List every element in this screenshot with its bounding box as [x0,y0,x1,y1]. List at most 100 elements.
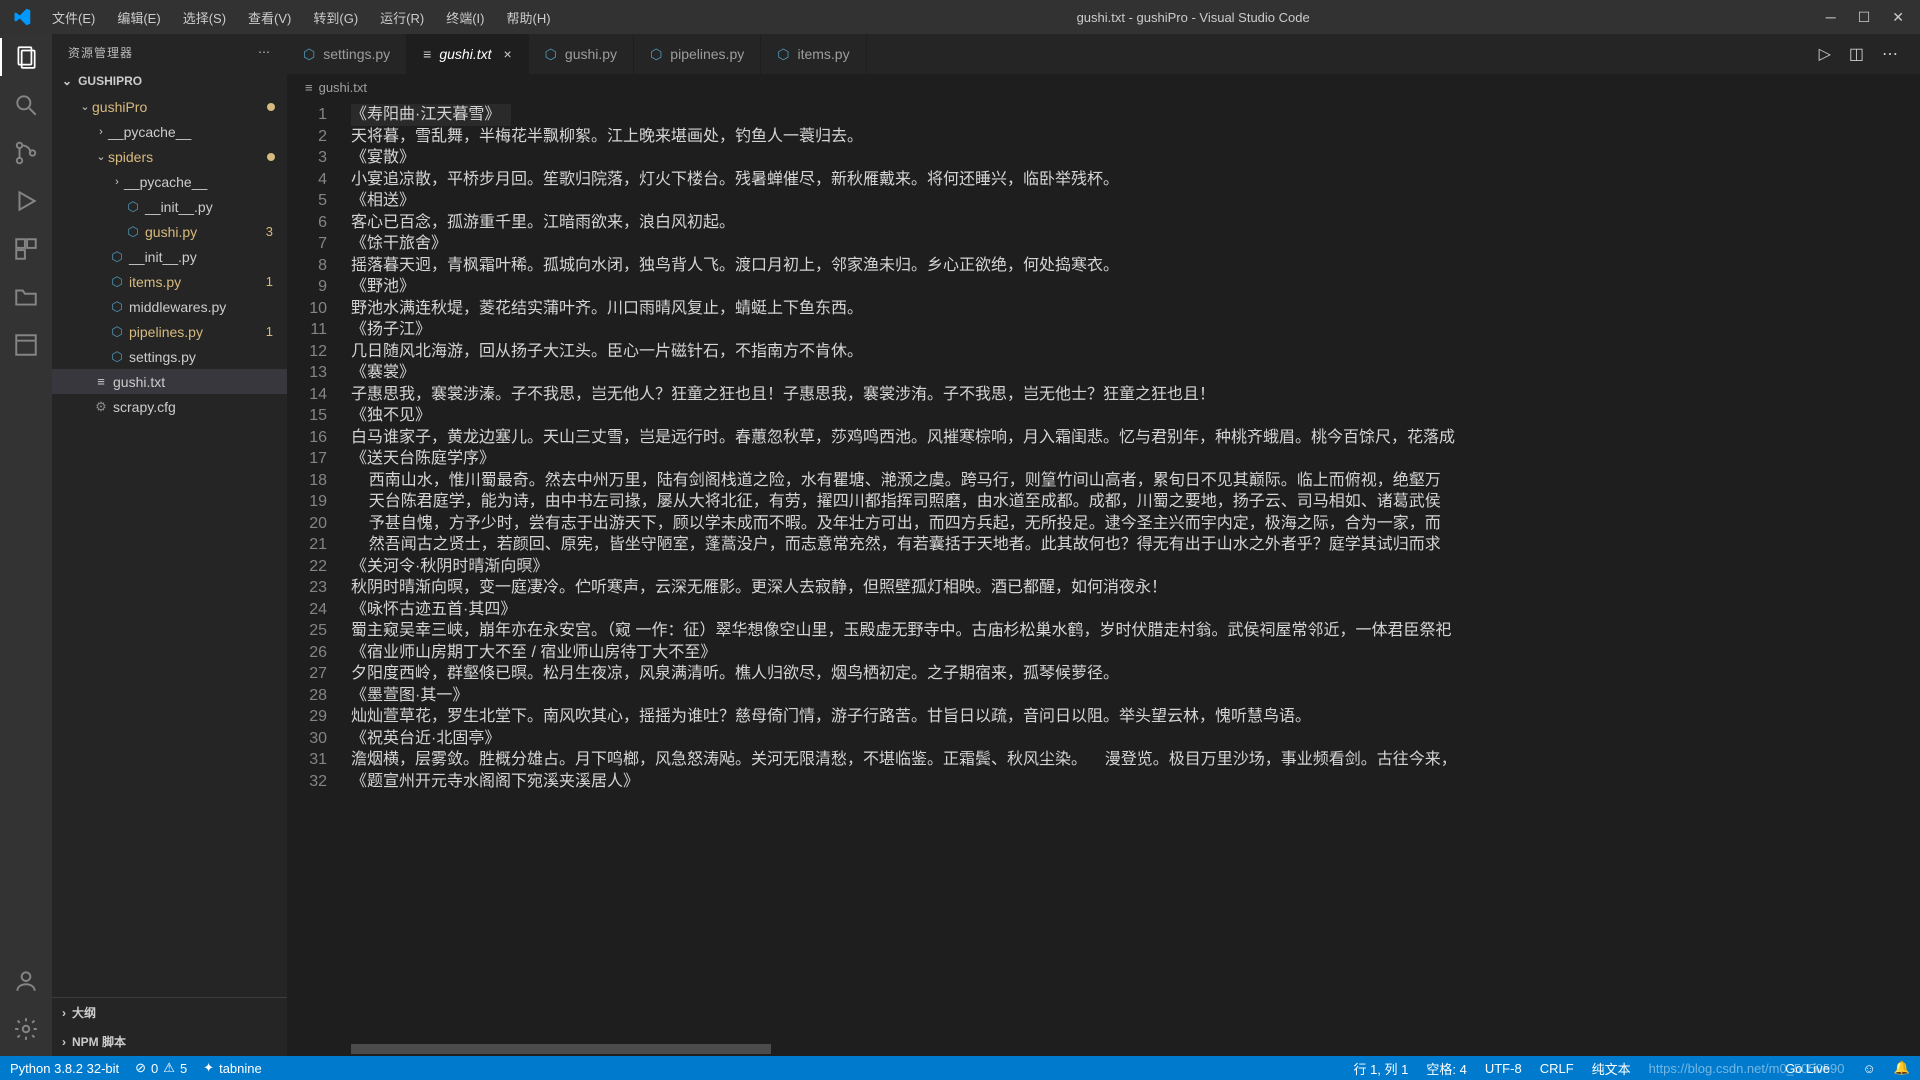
file-type-icon: ⬡ [108,274,126,290]
tab-label: pipelines.py [670,46,744,62]
tree-file[interactable]: ⬡settings.py [52,344,287,369]
editor-tab[interactable]: ≡ gushi.txt × [407,34,529,74]
file-type-icon: ⬡ [777,46,789,63]
file-type-icon: ⬡ [303,46,315,63]
editor-tabs: ⬡settings.py≡gushi.txt×⬡gushi.py⬡pipelin… [287,34,1920,74]
chevron-down-icon: ⌄ [62,74,72,88]
breadcrumb-file: gushi.txt [319,80,367,95]
tree-file[interactable]: ⬡gushi.py3 [52,219,287,244]
account-icon[interactable] [11,966,41,996]
editor-tab[interactable]: ⬡pipelines.py [634,34,761,74]
horizontal-scrollbar[interactable] [351,1044,1920,1056]
tab-label: gushi.txt [439,46,491,62]
extensions-icon[interactable] [11,234,41,264]
tree-label: __init__.py [145,199,213,215]
maximize-icon[interactable]: ☐ [1858,9,1871,26]
tree-file[interactable]: ⚙scrapy.cfg [52,394,287,419]
tree-folder[interactable]: ⌄gushiPro [52,94,287,119]
tree-label: settings.py [129,349,196,365]
warning-icon: ⚠ [163,1060,175,1076]
status-tabnine[interactable]: ✦tabnine [203,1060,262,1076]
activity-bar [0,34,52,1056]
tree-label: middlewares.py [129,299,226,315]
problems-badge: 1 [266,324,273,339]
menu-edit[interactable]: 编辑(E) [107,4,170,31]
scrollbar-thumb[interactable] [351,1044,771,1054]
status-position[interactable]: 行 1, 列 1 [1353,1059,1408,1078]
explorer-sidebar: 资源管理器 ⋯ ⌄GUSHIPRO ⌄gushiPro›__pycache__⌄… [52,34,287,1056]
chevron-icon: ⌄ [94,150,108,163]
line-gutter: 1 2 3 4 5 6 7 8 9 10 11 12 13 14 15 16 1… [287,100,343,1044]
tree-file[interactable]: ⬡pipelines.py 1 [52,319,287,344]
preview-icon[interactable] [11,330,41,360]
menu-help[interactable]: 帮助(H) [496,4,560,31]
tree-file[interactable]: ⬡items.py1 [52,269,287,294]
status-golive[interactable]: Go Live [1780,1061,1830,1076]
file-type-icon: ⬡ [108,324,126,340]
file-type-icon: ⬡ [124,199,142,215]
code-content[interactable]: 《寿阳曲·江天暮雪》 天将暮，雪乱舞，半梅花半飘柳絮。江上晚来堪画处，钓鱼人一蓑… [343,100,1920,1044]
modified-dot-icon [267,103,275,111]
tree-label: spiders [108,149,153,165]
explorer-icon[interactable] [11,42,41,72]
error-icon: ⊘ [135,1060,146,1076]
file-type-icon: ≡ [92,374,110,389]
tree-file[interactable]: ≡gushi.txt [52,369,287,394]
menu-selection[interactable]: 选择(S) [173,4,236,31]
editor-area: ⬡settings.py≡gushi.txt×⬡gushi.py⬡pipelin… [287,34,1920,1056]
editor-tab[interactable]: ⬡gushi.py [529,34,634,74]
status-python[interactable]: Python 3.8.2 32-bit [10,1061,119,1076]
tree-folder[interactable]: ›__pycache__ [52,169,287,194]
project-root[interactable]: ⌄GUSHIPRO [52,70,287,92]
status-feedback-icon[interactable]: ☺ [1863,1061,1876,1076]
status-problems[interactable]: ⊘0 ⚠5 [135,1060,187,1076]
outline-section[interactable]: ›大纲 [52,998,287,1027]
run-icon[interactable]: ▷ [1819,44,1831,64]
chevron-right-icon: › [62,1035,66,1049]
minimize-icon[interactable]: ─ [1826,9,1836,26]
tree-label: pipelines.py [129,324,203,340]
menu-go[interactable]: 转到(G) [303,4,368,31]
file-type-icon: ⬡ [108,299,126,315]
tabnine-icon: ✦ [203,1060,214,1076]
window-title: gushi.txt - gushiPro - Visual Studio Cod… [561,10,1826,25]
menu-view[interactable]: 查看(V) [238,4,301,31]
status-bell-icon[interactable]: 🔔 [1894,1060,1910,1076]
menu-file[interactable]: 文件(E) [42,4,105,31]
status-language[interactable]: 纯文本 [1592,1059,1631,1078]
breadcrumb[interactable]: ≡ gushi.txt [287,74,1920,100]
title-bar: 文件(E) 编辑(E) 选择(S) 查看(V) 转到(G) 运行(R) 终端(I… [0,0,1920,34]
source-control-icon[interactable] [11,138,41,168]
tree-file[interactable]: ⬡middlewares.py [52,294,287,319]
status-encoding[interactable]: UTF-8 [1485,1061,1522,1076]
file-icon: ≡ [305,80,313,95]
vscode-logo-icon [8,3,36,31]
status-eol[interactable]: CRLF [1540,1061,1574,1076]
tree-folder[interactable]: ⌄spiders [52,144,287,169]
menu-run[interactable]: 运行(R) [370,4,434,31]
menu-terminal[interactable]: 终端(I) [436,4,494,31]
tree-file[interactable]: ⬡__init__.py [52,244,287,269]
tab-close-icon[interactable]: × [503,46,511,62]
sidebar-more-icon[interactable]: ⋯ [258,45,271,59]
run-debug-icon[interactable] [11,186,41,216]
tab-label: gushi.py [565,46,617,62]
folder-icon[interactable] [11,282,41,312]
editor-tab[interactable]: ⬡settings.py [287,34,407,74]
close-icon[interactable]: ✕ [1892,9,1904,26]
file-type-icon: ⬡ [108,349,126,365]
editor-tab[interactable]: ⬡items.py [761,34,866,74]
search-icon[interactable] [11,90,41,120]
gear-icon[interactable] [11,1014,41,1044]
menu-bar: 文件(E) 编辑(E) 选择(S) 查看(V) 转到(G) 运行(R) 终端(I… [42,4,561,31]
chevron-icon: › [94,126,108,138]
npm-section[interactable]: ›NPM 脚本 [52,1027,287,1056]
tree-folder[interactable]: ›__pycache__ [52,119,287,144]
status-spaces[interactable]: 空格: 4 [1426,1059,1466,1078]
file-type-icon: ≡ [423,46,431,62]
editor-more-icon[interactable]: ⋯ [1882,44,1898,64]
tree-file[interactable]: ⬡__init__.py [52,194,287,219]
split-editor-icon[interactable]: ◫ [1849,44,1864,64]
code-editor[interactable]: 1 2 3 4 5 6 7 8 9 10 11 12 13 14 15 16 1… [287,100,1920,1044]
tree-label: __pycache__ [124,174,207,190]
